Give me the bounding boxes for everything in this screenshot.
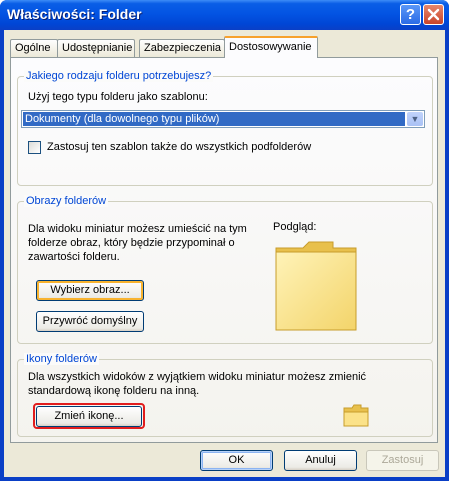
- apply-button[interactable]: Zastosuj: [366, 450, 439, 471]
- pictures-description-line: folderze obraz, który będzie przypominał…: [28, 237, 235, 249]
- button-label: OK: [228, 454, 245, 466]
- close-icon: [427, 8, 440, 21]
- apply-subfolders-checkbox[interactable]: [28, 141, 41, 154]
- ok-button[interactable]: OK: [200, 450, 273, 471]
- icons-description-line: standardową ikonę folderu na inną.: [28, 385, 200, 397]
- help-icon: ?: [405, 6, 416, 23]
- folder-icon: [343, 404, 369, 427]
- template-select-value: Dokumenty (dla dowolnego typu plików): [23, 112, 405, 126]
- button-label: Wybierz obraz...: [50, 284, 130, 296]
- button-label: Zastosuj: [381, 454, 424, 466]
- button-label: Zmień ikonę...: [54, 410, 124, 422]
- tab-label: Zabezpieczenia: [144, 42, 222, 54]
- folder-preview-icon: [275, 241, 357, 331]
- group-title: Jakiego rodzaju folderu potrzebujesz?: [24, 70, 214, 82]
- button-label: Przywróć domyślny: [42, 315, 138, 327]
- group-title: Ikony folderów: [24, 353, 99, 365]
- tab-sharing[interactable]: Udostępnianie: [57, 39, 135, 57]
- dialog-client-area: Ogólne Udostępnianie Zabezpieczenia Dost…: [4, 30, 445, 477]
- window-title: Właściwości: Folder: [7, 6, 142, 22]
- preview-label: Podgląd:: [273, 221, 317, 233]
- apply-subfolders-label[interactable]: Zastosuj ten szablon także do wszystkich…: [47, 141, 311, 153]
- tab-general[interactable]: Ogólne: [10, 39, 58, 57]
- tab-label: Udostępnianie: [62, 42, 133, 54]
- template-select[interactable]: Dokumenty (dla dowolnego typu plików) ▼: [21, 110, 425, 128]
- restore-default-button[interactable]: Przywróć domyślny: [36, 311, 144, 332]
- pictures-description-line: zawartości folderu.: [28, 251, 120, 263]
- icons-description-line: Dla wszystkich widoków z wyjątkiem widok…: [28, 371, 367, 383]
- tab-security[interactable]: Zabezpieczenia: [139, 39, 225, 57]
- button-label: Anuluj: [305, 454, 336, 466]
- pictures-description-line: Dla widoku miniatur możesz umieścić na t…: [28, 223, 247, 235]
- close-button[interactable]: [423, 4, 444, 25]
- cancel-button[interactable]: Anuluj: [284, 450, 357, 471]
- properties-window: Właściwości: Folder ? Ogólne Udostępnian…: [0, 0, 449, 481]
- tab-label: Dostosowywanie: [229, 41, 312, 53]
- tab-label: Ogólne: [15, 42, 51, 54]
- template-label: Użyj tego typu folderu jako szablonu:: [28, 91, 208, 103]
- choose-picture-button[interactable]: Wybierz obraz...: [36, 280, 144, 301]
- title-bar[interactable]: Właściwości: Folder ?: [0, 0, 449, 30]
- group-title: Obrazy folderów: [24, 195, 109, 207]
- help-button[interactable]: ?: [400, 4, 421, 25]
- change-icon-button[interactable]: Zmień ikonę...: [36, 406, 142, 427]
- dropdown-arrow-icon[interactable]: ▼: [407, 112, 423, 126]
- tab-customize[interactable]: Dostosowywanie: [224, 36, 318, 58]
- tab-panel-customize: Jakiego rodzaju folderu potrzebujesz? Uż…: [10, 57, 438, 443]
